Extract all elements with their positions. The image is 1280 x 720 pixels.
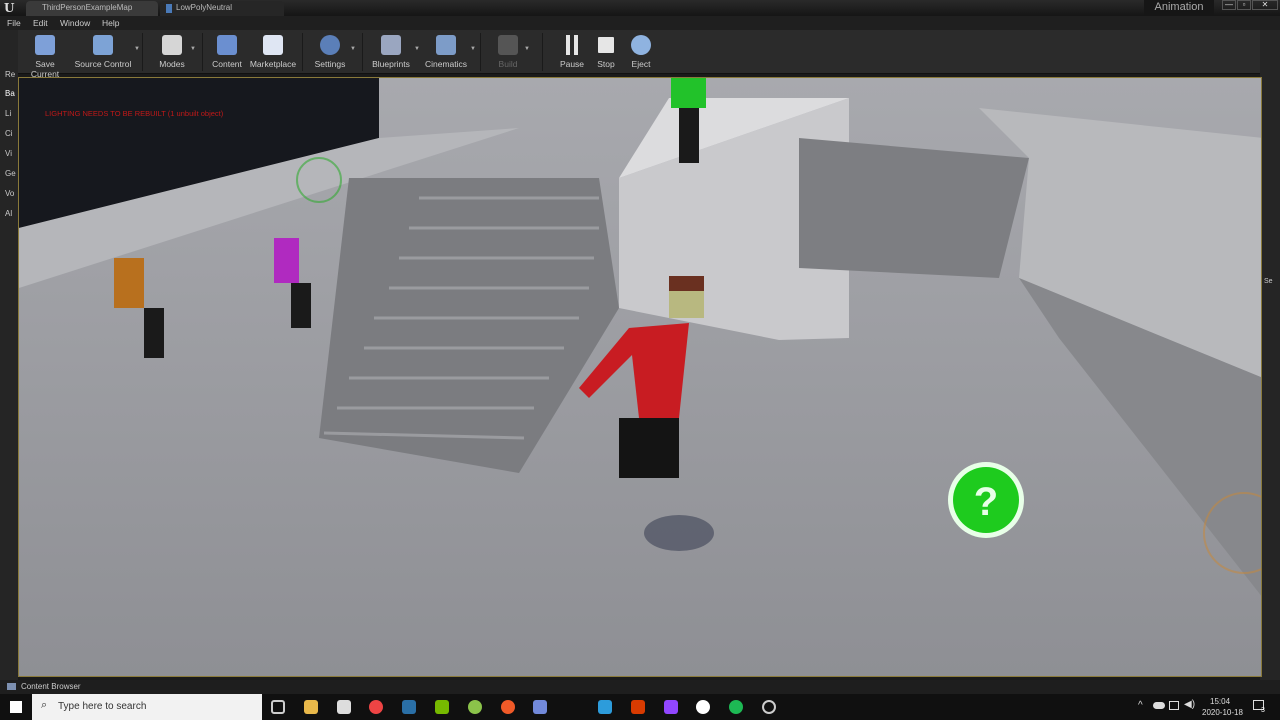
eject-icon <box>631 35 651 55</box>
modes-button[interactable]: Modes ▼ <box>156 30 196 74</box>
source-control-icon <box>93 35 113 55</box>
skeleton-icon <box>166 4 172 13</box>
save-current-button[interactable]: Save Current <box>20 30 70 79</box>
task-view-icon[interactable] <box>271 700 285 714</box>
minimize-button[interactable]: — <box>1222 0 1236 10</box>
volume-icon[interactable]: ◀) <box>1184 699 1195 710</box>
content-browser-tab[interactable]: Content Browser <box>21 682 81 691</box>
source-control-button[interactable]: Source Control ▼ <box>74 30 140 74</box>
marketplace-button[interactable]: Marketplace <box>248 30 298 74</box>
content-button[interactable]: Content <box>210 30 244 74</box>
label: Modes <box>159 59 185 69</box>
close-button[interactable]: ✕ <box>1252 0 1278 10</box>
discord-icon[interactable] <box>533 700 547 714</box>
cinematics-button[interactable]: Cinematics ▼ <box>424 30 476 74</box>
cinematics-icon <box>436 35 456 55</box>
bottom-bar: Content Browser <box>0 680 1280 694</box>
toolbar: Save Current Source Control ▼ Modes ▼ Cont… <box>18 30 1260 79</box>
left-panel: Re Ba Li Ci Vi Ge Vo Al <box>0 30 18 680</box>
label: Content <box>212 59 242 69</box>
store-icon[interactable] <box>337 700 351 714</box>
left-tab[interactable]: Al <box>5 209 12 218</box>
left-tab[interactable]: Re <box>5 70 15 79</box>
content-browser-icon <box>7 683 16 690</box>
lighting-warning: LIGHTING NEEDS TO BE REBUILT (1 unbuilt … <box>45 109 224 118</box>
label: Stop <box>597 59 615 69</box>
eject-button[interactable]: Eject <box>628 30 654 74</box>
build-icon <box>498 35 518 55</box>
taskbar-search-input[interactable]: ⌕ Type here to search <box>32 694 262 720</box>
clock-time[interactable]: 15:04 <box>1210 697 1230 706</box>
tray-chevron-icon[interactable]: ^ <box>1138 700 1143 711</box>
pause-button[interactable]: Pause <box>558 30 586 74</box>
content-icon <box>217 35 237 55</box>
title-bar: U ThirdPersonExampleMap LowPolyNeutral A… <box>0 0 1280 16</box>
right-panel: Se <box>1260 30 1280 680</box>
menu-edit[interactable]: Edit <box>33 18 48 28</box>
steam-icon[interactable] <box>402 700 416 714</box>
stop-icon <box>598 37 614 53</box>
level-viewport[interactable]: ? LIGHTING NEEDS TO BE REBUILT (1 unbuil… <box>18 77 1262 677</box>
left-tab[interactable]: Vi <box>5 149 12 158</box>
office-icon[interactable] <box>631 700 645 714</box>
checker-wall <box>799 138 1029 278</box>
save-icon <box>35 35 55 55</box>
pause-icon <box>566 35 578 55</box>
layout-animation-button[interactable]: Animation <box>1144 0 1214 15</box>
game-scene: ? <box>19 78 1261 676</box>
menu-help[interactable]: Help <box>102 18 119 28</box>
onedrive-icon[interactable] <box>1153 702 1165 709</box>
search-placeholder: Type here to search <box>58 701 147 712</box>
label: Source Control <box>74 59 132 69</box>
chrome-icon[interactable] <box>369 700 383 714</box>
help-pickup-icon: ? <box>948 462 1024 538</box>
menu-bar: File Edit Window Help <box>0 16 1280 30</box>
notification-count: 3 <box>1261 707 1265 714</box>
right-tab[interactable]: Se <box>1264 278 1273 285</box>
label: Save Current <box>30 59 60 79</box>
stop-button[interactable]: Stop <box>594 30 618 74</box>
app-icon[interactable] <box>468 700 482 714</box>
label: Cinematics <box>424 59 468 69</box>
left-tab[interactable]: Ci <box>5 129 13 138</box>
tab-third-person-example-map[interactable]: ThirdPersonExampleMap <box>26 1 158 16</box>
windows-start-icon[interactable] <box>10 701 22 713</box>
maximize-button[interactable]: ▫ <box>1237 0 1251 10</box>
nvidia-icon[interactable] <box>435 700 449 714</box>
search-icon: ⌕ <box>41 699 48 711</box>
settings-icon <box>320 35 340 55</box>
left-tab[interactable]: Ge <box>5 169 16 178</box>
obs-icon[interactable] <box>762 700 776 714</box>
unreal-logo-icon: U <box>4 1 15 15</box>
visual-studio-icon[interactable] <box>598 700 612 714</box>
build-button[interactable]: Build ▼ <box>494 30 530 74</box>
label: Build <box>498 59 518 69</box>
left-tab[interactable]: Vo <box>5 189 14 198</box>
label: Blueprints <box>372 59 410 69</box>
unreal-engine-icon[interactable] <box>696 700 710 714</box>
menu-file[interactable]: File <box>7 18 21 28</box>
clock-date[interactable]: 2020-10-18 <box>1202 708 1243 717</box>
blueprints-button[interactable]: Blueprints ▼ <box>370 30 420 74</box>
settings-button[interactable]: Settings ▼ <box>312 30 356 74</box>
tab-low-poly-neutral[interactable]: LowPolyNeutral <box>160 1 284 16</box>
label: Pause <box>559 59 585 69</box>
modes-icon <box>162 35 182 55</box>
marketplace-icon <box>263 35 283 55</box>
twitch-icon[interactable] <box>664 700 678 714</box>
origin-icon[interactable] <box>501 700 515 714</box>
menu-window[interactable]: Window <box>60 18 90 28</box>
windows-taskbar: ⌕ Type here to search ^ ◀) 15:04 2020-10… <box>0 694 1280 720</box>
svg-text:?: ? <box>974 480 998 524</box>
file-explorer-icon[interactable] <box>304 700 318 714</box>
label: Marketplace <box>249 59 297 69</box>
network-icon[interactable] <box>1169 701 1179 710</box>
label: Eject <box>631 59 651 69</box>
label: Settings <box>314 59 346 69</box>
tab-label: LowPolyNeutral <box>176 3 233 12</box>
left-tab[interactable]: Li <box>5 109 11 118</box>
blueprints-icon <box>381 35 401 55</box>
spotify-icon[interactable] <box>729 700 743 714</box>
left-tab[interactable]: Ba <box>5 89 15 98</box>
